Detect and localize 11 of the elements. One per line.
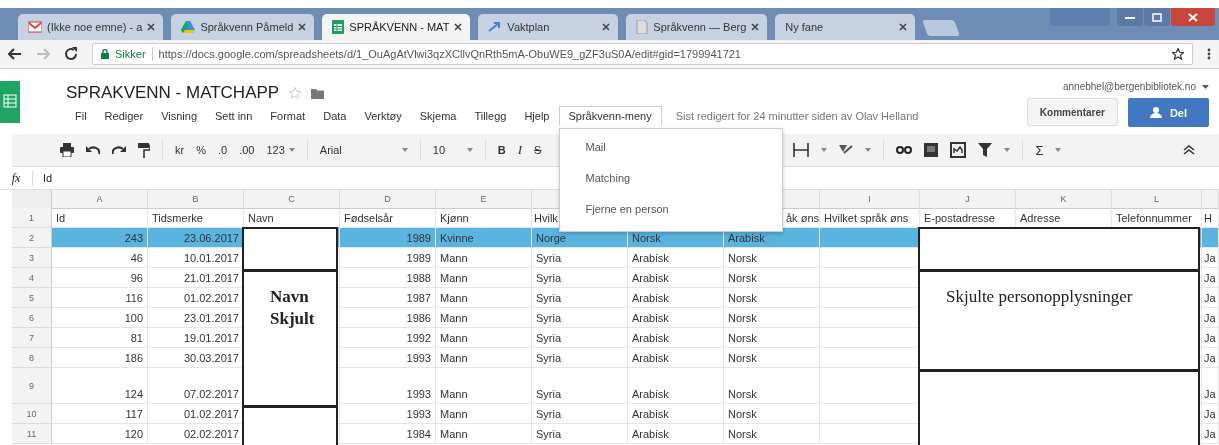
tab-title: Språkvenn Påmeld (200, 21, 294, 33)
cover-note: Skjulte personopplysninger (945, 286, 1134, 308)
tab-title: Ny fane (785, 21, 825, 33)
tab-title: (Ikke noe emne) - a (47, 21, 143, 33)
cover-note: Navn Skjult (269, 286, 316, 330)
tab-title: SPRÅKVENN - MAT (349, 21, 450, 33)
tab-title: Språkvenn — Berg (653, 21, 747, 33)
formula-label: fx (0, 170, 33, 186)
tab-title: Vaktplan (507, 21, 551, 33)
url-text: https://docs.google.com/spreadsheets/d/1_OuAgAtVlwi3qzXCllvQnRth5mA-ObuWE9_gZF3uS0A/edit#gid=1799941721 (158, 48, 741, 60)
secure-label: Sikker (115, 48, 146, 60)
